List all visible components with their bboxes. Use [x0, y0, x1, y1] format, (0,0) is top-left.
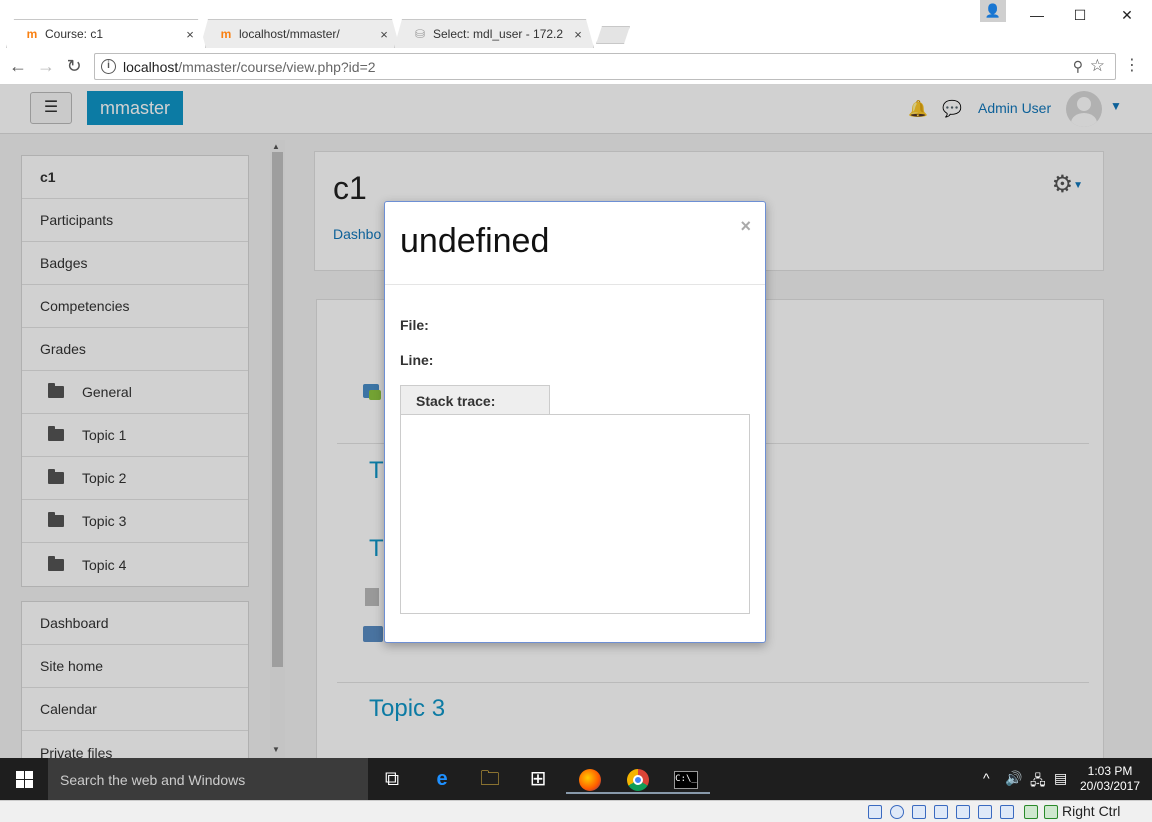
dialog-title: undefined	[400, 222, 550, 260]
edge-icon[interactable]: e	[418, 764, 466, 794]
windows-taskbar: Search the web and Windows ⧉ e 🗀 ⊞ C:\_ …	[0, 758, 1152, 800]
tab-course-c1[interactable]: m Course: c1 ×	[6, 19, 206, 48]
tab-localhost-mmaster[interactable]: m localhost/mmaster/ ×	[200, 19, 400, 48]
address-bar: ← → ↻ i localhost/mmaster/course/view.ph…	[0, 48, 1152, 85]
forward-button[interactable]: →	[34, 54, 58, 78]
task-view-icon[interactable]: ⧉	[368, 764, 416, 794]
window-close-button[interactable]: ✕	[1104, 0, 1150, 30]
optical-drive-icon[interactable]	[890, 805, 904, 819]
star-icon[interactable]: ☆	[1090, 56, 1105, 76]
stack-trace-tab[interactable]: Stack trace:	[400, 385, 550, 415]
line-label: Line:	[400, 352, 434, 368]
shared-folders-icon[interactable]	[956, 805, 970, 819]
moodle-icon: m	[26, 27, 38, 41]
hard-disk-icon[interactable]	[868, 805, 882, 819]
new-tab-button[interactable]	[596, 26, 630, 44]
key-icon[interactable]: ⚲	[1073, 58, 1083, 75]
stack-trace-box[interactable]	[400, 414, 750, 614]
file-label: File:	[400, 317, 429, 333]
info-icon[interactable]: i	[101, 59, 116, 74]
browser-tabstrip: m Course: c1 × m localhost/mmaster/ × ⛁ …	[0, 0, 1152, 48]
url-text: localhost/mmaster/course/view.php?id=2	[123, 59, 376, 75]
close-icon[interactable]: ×	[571, 27, 585, 42]
audio-icon[interactable]	[912, 805, 926, 819]
tab-title: Course: c1	[45, 27, 104, 41]
back-button[interactable]: ←	[6, 54, 30, 78]
vm-status-bar: Right Ctrl	[0, 800, 1152, 822]
host-key-label: Right Ctrl	[1062, 803, 1121, 819]
reload-button[interactable]: ↻	[62, 54, 86, 78]
dialog-header: undefined ×	[385, 202, 765, 285]
file-explorer-icon[interactable]: 🗀	[466, 764, 514, 794]
display-icon[interactable]	[978, 805, 992, 819]
windows-logo-icon	[16, 771, 24, 779]
recording-icon[interactable]	[1000, 805, 1014, 819]
network-adapter-icon[interactable]	[934, 805, 948, 819]
clock-time: 1:03 PM	[1087, 764, 1133, 778]
chevron-up-icon[interactable]: ^	[983, 770, 990, 786]
user-profile-icon[interactable]: 👤	[980, 0, 1006, 22]
guest-additions-icon[interactable]	[1024, 805, 1038, 819]
network-icon[interactable]: 🖧	[1030, 770, 1046, 794]
error-dialog: undefined × File: Line: Stack trace:	[384, 201, 766, 643]
tab-title: Select: mdl_user - 172.2	[433, 27, 564, 41]
chrome-icon[interactable]	[614, 764, 662, 794]
taskbar-search-input[interactable]: Search the web and Windows	[48, 758, 368, 800]
moodle-icon: m	[220, 27, 232, 41]
close-icon[interactable]: ×	[183, 27, 197, 42]
volume-icon[interactable]: 🔊	[1005, 770, 1022, 787]
clock-date: 20/03/2017	[1079, 779, 1141, 793]
browser-menu-icon[interactable]: ⋮	[1124, 56, 1140, 76]
database-icon: ⛁	[414, 27, 426, 41]
minimize-button[interactable]: —	[1014, 0, 1060, 30]
tab-select-mdl-user[interactable]: ⛁ Select: mdl_user - 172.2 ×	[394, 19, 594, 48]
action-center-icon[interactable]: ▤	[1054, 770, 1067, 787]
terminal-icon[interactable]: C:\_	[662, 764, 710, 794]
firefox-icon[interactable]	[566, 764, 614, 794]
mouse-integration-icon[interactable]	[1044, 805, 1058, 819]
maximize-button[interactable]: ☐	[1057, 0, 1103, 30]
url-host: localhost	[123, 59, 179, 75]
url-field[interactable]: i localhost/mmaster/course/view.php?id=2…	[94, 53, 1116, 80]
url-path: /mmaster/course/view.php?id=2	[178, 59, 376, 75]
close-icon[interactable]: ×	[740, 216, 751, 237]
tab-title: localhost/mmaster/	[239, 27, 340, 41]
start-button[interactable]	[0, 758, 48, 800]
close-icon[interactable]: ×	[377, 27, 391, 42]
store-icon[interactable]: ⊞	[514, 764, 562, 794]
system-clock[interactable]: 1:03 PM 20/03/2017	[1078, 764, 1142, 794]
